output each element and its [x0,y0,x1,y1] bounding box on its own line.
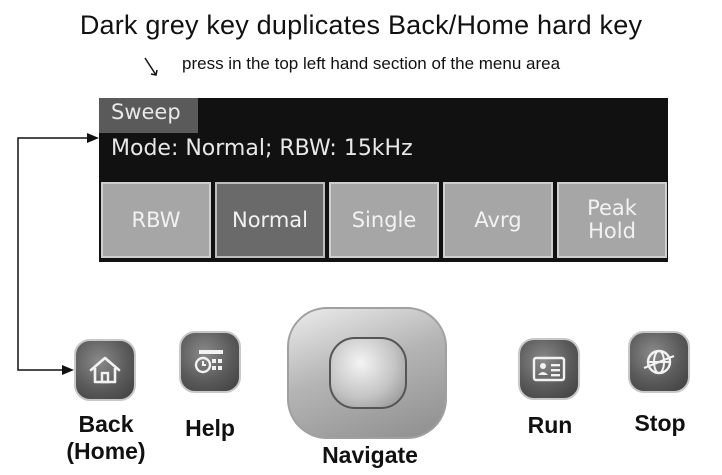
softkey-peak-hold[interactable]: Peak Hold [557,182,667,258]
screen-header: Sweep Mode: Normal; RBW: 15kHz [99,98,668,178]
globe-icon [643,349,675,375]
run-caption: Run [527,412,573,438]
softkey-avrg[interactable]: Avrg [443,182,553,258]
instrument-screen: Sweep Mode: Normal; RBW: 15kHz RBW Norma… [99,98,668,262]
mode-status: Mode: Normal; RBW: 15kHz [111,136,413,161]
help-icon [194,350,223,374]
run-button[interactable] [518,338,580,400]
run-icon [532,356,566,382]
navigate-caption: Navigate [322,442,418,468]
home-icon [89,356,121,384]
stop-caption: Stop [634,410,686,436]
back-caption-line1: Back [78,411,134,437]
navigate-select-button[interactable] [329,337,407,409]
softkey-bar: RBW Normal Single Avrg Peak Hold [101,182,667,258]
softkey-normal[interactable]: Normal [215,182,325,258]
stop-button[interactable] [628,331,690,393]
help-caption: Help [185,415,235,441]
navigate-rocker[interactable] [287,307,447,439]
softkey-single[interactable]: Single [329,182,439,258]
sweep-label: Sweep [111,100,181,124]
back-caption: Back (Home) [64,411,148,465]
back-caption-line2: (Home) [66,438,146,464]
softkey-rbw[interactable]: RBW [101,182,211,258]
back-home-button[interactable] [74,339,136,401]
help-button[interactable] [179,331,241,393]
